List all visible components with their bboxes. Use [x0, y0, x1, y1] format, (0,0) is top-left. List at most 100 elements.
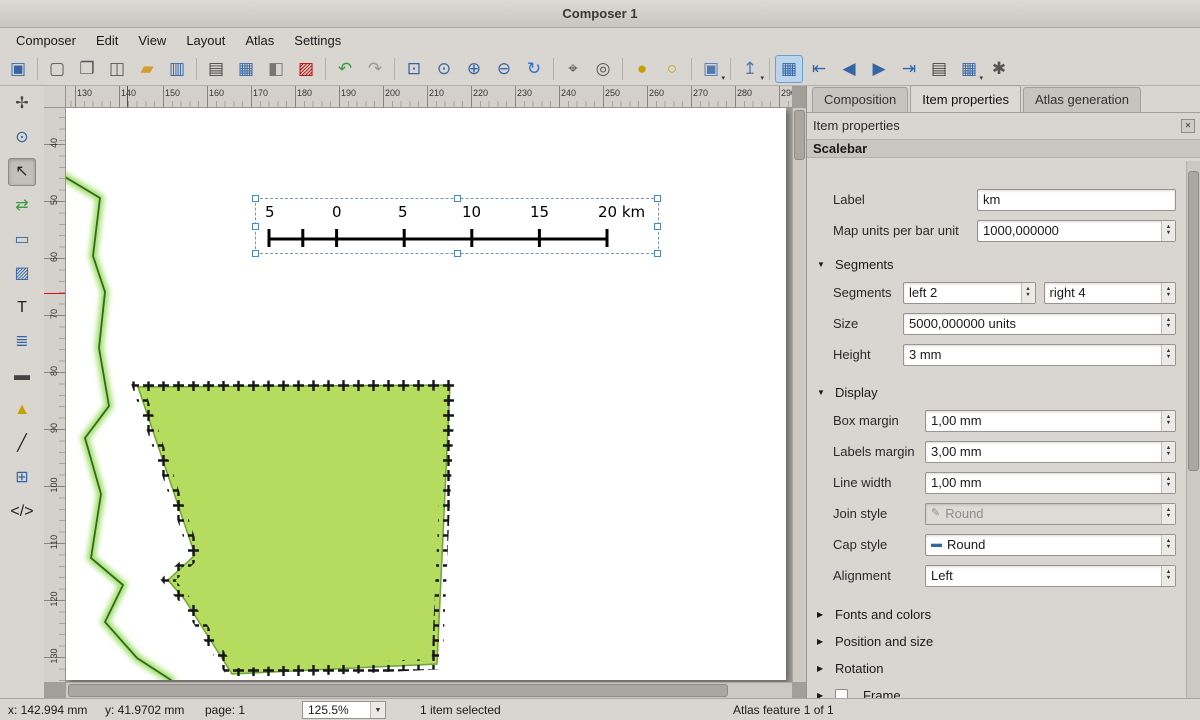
zoom-to-selection-button[interactable]: ⌖ — [559, 55, 587, 83]
map-item[interactable] — [66, 108, 786, 680]
add-new-map-button[interactable]: ▭ — [8, 226, 36, 254]
canvas-vertical-scrollbar[interactable] — [792, 108, 806, 682]
zoom-to-region-button[interactable]: ◎ — [589, 55, 617, 83]
save-as-template-button[interactable]: ▥ — [163, 55, 191, 83]
open-template-button[interactable]: ▰ — [133, 55, 161, 83]
zoom-full-button[interactable]: ⊡ — [400, 55, 428, 83]
cap-style-combo[interactable]: ▬ Round ▲▼ — [925, 534, 1176, 556]
export-atlas-button[interactable]: ▦▾ — [955, 55, 983, 83]
combo-arrows[interactable]: ▲▼ — [1161, 566, 1175, 586]
frame-section-header[interactable]: ▶ Frame — [807, 682, 1186, 698]
combo-arrows[interactable]: ▲▼ — [1161, 535, 1175, 555]
atlas-prev-feature-button[interactable]: ◀ — [835, 55, 863, 83]
print-atlas-button[interactable]: ▤ — [925, 55, 953, 83]
menu-edit[interactable]: Edit — [86, 30, 128, 51]
zoom-actual-button[interactable]: ⊙ — [430, 55, 458, 83]
selection-handle[interactable] — [454, 195, 461, 202]
composition-viewport[interactable]: 5 0 5 10 15 20 km — [66, 108, 792, 682]
spin-arrows[interactable]: ▲▼ — [1161, 283, 1175, 303]
fonts-and-colors-section-header[interactable]: ▶ Fonts and colors — [807, 601, 1186, 628]
line-width-spinbox[interactable]: 1,00 mm ▲▼ — [925, 472, 1176, 494]
atlas-next-feature-button[interactable]: ▶ — [865, 55, 893, 83]
display-section-header[interactable]: ▼ Display — [807, 379, 1186, 405]
segments-right-spinbox[interactable]: right 4 ▲▼ — [1044, 282, 1177, 304]
refresh-view-button[interactable]: ↻ — [520, 55, 548, 83]
unlock-items-button[interactable]: ○ — [658, 55, 686, 83]
selection-handle[interactable] — [252, 223, 259, 230]
group-items-button[interactable]: ▣▾ — [697, 55, 725, 83]
add-attribute-table-button[interactable]: ⊞ — [8, 464, 36, 492]
raise-items-button[interactable]: ↥▾ — [736, 55, 764, 83]
zoom-in-button[interactable]: ⊕ — [460, 55, 488, 83]
zoom-out-button[interactable]: ⊖ — [490, 55, 518, 83]
zoom-dropdown-icon[interactable]: ▼ — [370, 702, 385, 718]
spin-arrows[interactable]: ▲▼ — [1161, 473, 1175, 493]
undo-button[interactable]: ↶ — [331, 55, 359, 83]
add-new-scalebar-button[interactable]: ▬ — [8, 362, 36, 390]
canvas-horizontal-scrollbar[interactable] — [66, 682, 792, 698]
segments-section-header[interactable]: ▼ Segments — [807, 251, 1186, 277]
selection-handle[interactable] — [654, 195, 661, 202]
add-html-frame-button[interactable]: </> — [8, 498, 36, 526]
selection-handle[interactable] — [654, 223, 661, 230]
tab-composition[interactable]: Composition — [812, 87, 908, 112]
zoom-level-combo[interactable]: 125.5% ▼ — [302, 701, 386, 719]
tab-item-properties[interactable]: Item properties — [910, 85, 1021, 112]
atlas-last-feature-button[interactable]: ⇥ — [895, 55, 923, 83]
export-pdf-button[interactable]: ▨ — [292, 55, 320, 83]
scrollbar-thumb[interactable] — [68, 684, 728, 697]
menu-settings[interactable]: Settings — [284, 30, 351, 51]
label-input[interactable]: km — [977, 189, 1176, 211]
rotation-section-header[interactable]: ▶ Rotation — [807, 655, 1186, 682]
scalebar-item[interactable]: 5 0 5 10 15 20 km — [255, 198, 659, 254]
frame-checkbox[interactable] — [835, 689, 848, 698]
add-new-legend-button[interactable]: ≣ — [8, 328, 36, 356]
selection-handle[interactable] — [454, 250, 461, 257]
segments-left-spinbox[interactable]: left 2 ▲▼ — [903, 282, 1036, 304]
alignment-combo[interactable]: Left ▲▼ — [925, 565, 1176, 587]
tab-atlas-generation[interactable]: Atlas generation — [1023, 87, 1141, 112]
spin-arrows[interactable]: ▲▼ — [1161, 442, 1175, 462]
spin-arrows[interactable]: ▲▼ — [1161, 411, 1175, 431]
save-project-button[interactable]: ▣ — [4, 55, 32, 83]
move-item-content-button[interactable]: ⇄ — [8, 192, 36, 220]
add-basic-shape-button[interactable]: ▲ — [8, 396, 36, 424]
scrollbar-thumb[interactable] — [794, 110, 805, 160]
height-spinbox[interactable]: 3 mm ▲▼ — [903, 344, 1176, 366]
selection-handle[interactable] — [654, 250, 661, 257]
add-image-button[interactable]: ▨ — [8, 260, 36, 288]
add-new-label-button[interactable]: T — [8, 294, 36, 322]
add-arrow-button[interactable]: ╱ — [8, 430, 36, 458]
print-button[interactable]: ▤ — [202, 55, 230, 83]
spin-arrows[interactable]: ▲▼ — [1021, 283, 1035, 303]
export-image-button[interactable]: ▦ — [232, 55, 260, 83]
composition-page[interactable]: 5 0 5 10 15 20 km — [66, 108, 786, 680]
size-spinbox[interactable]: 5000,000000 units ▲▼ — [903, 313, 1176, 335]
panel-vertical-scrollbar[interactable] — [1186, 161, 1200, 698]
pan-composer-button[interactable]: ✢ — [8, 90, 36, 118]
position-and-size-section-header[interactable]: ▶ Position and size — [807, 628, 1186, 655]
map-units-spinbox[interactable]: 1000,000000 ▲▼ — [977, 220, 1176, 242]
labels-margin-spinbox[interactable]: 3,00 mm ▲▼ — [925, 441, 1176, 463]
export-svg-button[interactable]: ◧ — [262, 55, 290, 83]
new-composition-button[interactable]: ▢ — [43, 55, 71, 83]
spin-arrows[interactable]: ▲▼ — [1161, 221, 1175, 241]
select-move-item-button[interactable]: ↖ — [8, 158, 36, 186]
menu-view[interactable]: View — [128, 30, 176, 51]
selection-handle[interactable] — [252, 250, 259, 257]
spin-arrows[interactable]: ▲▼ — [1161, 314, 1175, 334]
scrollbar-thumb[interactable] — [1188, 171, 1199, 471]
redo-button[interactable]: ↷ — [361, 55, 389, 83]
spin-arrows[interactable]: ▲▼ — [1161, 345, 1175, 365]
selection-handle[interactable] — [252, 195, 259, 202]
atlas-preview-button[interactable]: ▦ — [775, 55, 803, 83]
duplicate-composition-button[interactable]: ❐ — [73, 55, 101, 83]
menu-composer[interactable]: Composer — [6, 30, 86, 51]
menu-layout[interactable]: Layout — [176, 30, 235, 51]
atlas-first-feature-button[interactable]: ⇤ — [805, 55, 833, 83]
composer-manager-button[interactable]: ◫ — [103, 55, 131, 83]
close-panel-button[interactable]: ✕ — [1181, 119, 1195, 133]
box-margin-spinbox[interactable]: 1,00 mm ▲▼ — [925, 410, 1176, 432]
zoom-composer-button[interactable]: ⊙ — [8, 124, 36, 152]
lock-items-button[interactable]: ● — [628, 55, 656, 83]
